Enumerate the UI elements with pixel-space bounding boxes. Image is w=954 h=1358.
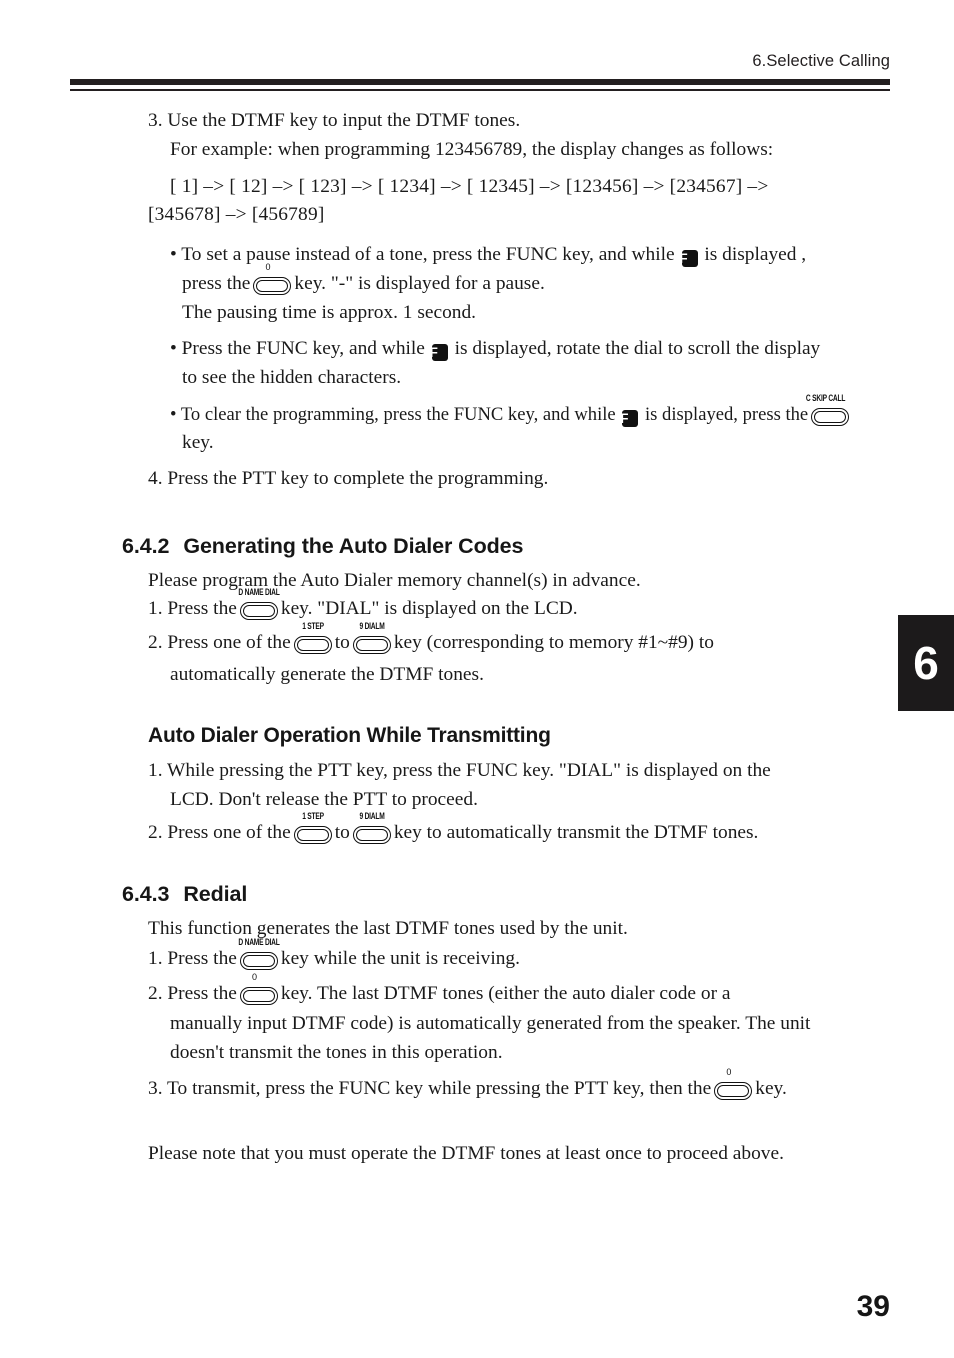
section-643-step-1-pre: 1. Press the (148, 948, 237, 969)
display-sequence-line-1: [ 1] –> [ 12] –> [ 123] –> [ 1234] –> [ … (170, 176, 769, 197)
key-icon-1-step-label: 1 STEP (301, 621, 324, 631)
key-icon-0[interactable]: 0 (239, 973, 278, 1005)
key-icon-inner-shape (814, 411, 847, 423)
bullet-2-text-part-2: is displayed, rotate the dial to scroll … (454, 338, 821, 359)
func-f-badge-icon: F (430, 344, 448, 361)
section-642-step-2-mid: to (334, 632, 350, 653)
chapter-tab-6: 6 (898, 615, 954, 711)
key-icon-1-step-label: 1 STEP (301, 811, 324, 821)
key-icon-inner-shape (296, 829, 329, 841)
section-642-step-2-line-2: automatically generate the DTMF tones. (170, 664, 484, 685)
key-icon-inner-shape (717, 1085, 750, 1097)
section-643-step-1: 1. Press the D NAME DIAL key while the uni… (148, 938, 520, 973)
section-642-step-1-post: key. "DIAL" is displayed on the LCD. (280, 598, 578, 619)
key-icon-9-dialm[interactable]: 9 DIALM (352, 812, 391, 844)
key-icon-0-label: 0 (251, 972, 257, 982)
key-icon-d-name-dial-label: D NAME DIAL (238, 937, 280, 947)
footer-note: Please note that you must operate the DT… (148, 1143, 784, 1164)
page-header-title: 6.Selective Calling (752, 52, 890, 70)
subsection-heading-transmit: Auto Dialer Operation While Transmitting (148, 724, 551, 747)
display-sequence-line-2: [345678] –> [456789] (148, 204, 325, 225)
step-4: 4. Press the PTT key to complete the pro… (148, 468, 549, 489)
key-icon-inner-shape (355, 829, 388, 841)
key-icon-c-skip-call-label: C SKIP CALL (806, 393, 846, 403)
key-icon-inner-shape (256, 280, 289, 292)
key-icon-9-dialm[interactable]: 9 DIALM (352, 622, 391, 654)
bullet-2-text-part-1: • Press the FUNC key, and while (170, 338, 425, 359)
bullet-2-line-2: to see the hidden characters. (182, 367, 402, 388)
section-642-step-2-pre: 2. Press one of the (148, 632, 291, 653)
key-icon-1-step[interactable]: 1 STEP (293, 812, 332, 844)
key-icon-inner-shape (242, 955, 275, 967)
bullet-1-line-3: The pausing time is approx. 1 second. (182, 302, 477, 323)
section-643-step-1-post: key while the unit is receiving. (280, 948, 520, 969)
bullet-3-text-part-2: is displayed, press the (645, 404, 809, 425)
section-642-step-1-pre: 1. Press the (148, 598, 237, 619)
transmit-step-2-pre: 2. Press one of the (148, 822, 291, 843)
section-643-step-3-pre: 3. To transmit, press the FUNC key while… (148, 1078, 712, 1099)
section-643-intro: This function generates the last DTMF to… (148, 918, 628, 939)
bullet-3-line-2: key. (182, 432, 214, 453)
step-3-line-1: 3. Use the DTMF key to input the DTMF to… (148, 110, 521, 131)
header-rule-thick (70, 79, 890, 85)
section-643-step-2-line-3: doesn't transmit the tones in this opera… (170, 1042, 503, 1063)
section-642-intro: Please program the Auto Dialer memory ch… (148, 570, 641, 591)
transmit-step-2-post: key to automatically transmit the DTMF t… (393, 822, 759, 843)
func-f-badge-icon: F (620, 410, 639, 427)
bullet-3-text-part-1: • To clear the programming, press the FU… (170, 404, 616, 425)
transmit-step-2-mid: to (334, 822, 350, 843)
section-643-step-2-pre: 2. Press the (148, 983, 237, 1004)
section-642-number: 6.4.2 (122, 534, 170, 558)
key-icon-inner-shape (355, 639, 388, 651)
bullet-1-line-2-pre: press the (182, 273, 251, 294)
key-icon-c-skip-call[interactable]: C SKIP CALL (806, 394, 850, 426)
bullet-1-text-part-1: • To set a pause instead of a tone, pres… (170, 244, 675, 265)
bullet-item-pause: • To set a pause instead of a tone, pres… (170, 240, 898, 269)
bullet-1-line-2-post: key. "-" is displayed for a pause. (294, 273, 545, 294)
bullet-item-scroll: • Press the FUNC key, and while F is dis… (170, 334, 898, 363)
key-icon-inner-shape (242, 605, 275, 617)
func-f-badge-icon: F (679, 250, 698, 267)
page-number: 39 (856, 1290, 890, 1323)
bullet-1-line-2: press the 0 key. "-" is displayed for a pa… (182, 263, 545, 298)
section-643-step-2-post: key. The last DTMF tones (either the aut… (280, 983, 731, 1004)
section-642-step-1: 1. Press the D NAME DIAL key. "DIAL" is di… (148, 588, 578, 623)
step-3-line-2: For example: when programming 123456789,… (170, 139, 774, 160)
key-icon-d-name-dial-label: D NAME DIAL (238, 587, 280, 597)
section-heading-642: 6.4.2 Generating the Auto Dialer Codes (122, 534, 523, 559)
header-rule-thin (70, 89, 890, 91)
section-642-step-2: 2. Press one of the 1 STEP to 9 DIALM key (c… (148, 622, 714, 657)
key-icon-d-name-dial[interactable]: D NAME DIAL (238, 938, 280, 970)
section-643-step-2-line-2: manually input DTMF code) is automatical… (170, 1013, 811, 1034)
section-643-title: Redial (183, 882, 248, 906)
section-642-title: Generating the Auto Dialer Codes (183, 534, 524, 558)
section-643-step-3: 3. To transmit, press the FUNC key while… (148, 1068, 787, 1103)
transmit-step-2: 2. Press one of the 1 STEP to 9 DIALM key to… (148, 812, 759, 847)
section-643-step-2: 2. Press the 0 key. The last DTMF tones (e… (148, 973, 731, 1008)
key-icon-0[interactable]: 0 (714, 1068, 753, 1100)
key-icon-9-dialm-label: 9 DIALM (359, 811, 385, 821)
document-page: 6.Selective Calling 3. Use the DTMF key … (0, 0, 954, 1358)
transmit-step-1-line-1: 1. While pressing the PTT key, press the… (148, 760, 771, 781)
key-icon-0[interactable]: 0 (253, 263, 292, 295)
bullet-1-text-part-2: is displayed , (704, 244, 807, 265)
key-icon-d-name-dial[interactable]: D NAME DIAL (238, 588, 280, 620)
key-icon-inner-shape (242, 990, 275, 1002)
section-642-step-2-post: key (corresponding to memory #1~#9) to (393, 632, 714, 653)
key-icon-9-dialm-label: 9 DIALM (359, 621, 385, 631)
section-643-number: 6.4.3 (122, 882, 170, 906)
bullet-item-clear: • To clear the programming, press the FU… (170, 394, 912, 429)
key-icon-0-label: 0 (726, 1067, 732, 1077)
key-icon-0-label: 0 (265, 262, 271, 272)
transmit-step-1-line-2: LCD. Don't release the PTT to proceed. (170, 789, 478, 810)
key-icon-inner-shape (296, 639, 329, 651)
section-643-step-3-post: key. (755, 1078, 787, 1099)
section-heading-643: 6.4.3 Redial (122, 882, 247, 907)
key-icon-1-step[interactable]: 1 STEP (293, 622, 332, 654)
